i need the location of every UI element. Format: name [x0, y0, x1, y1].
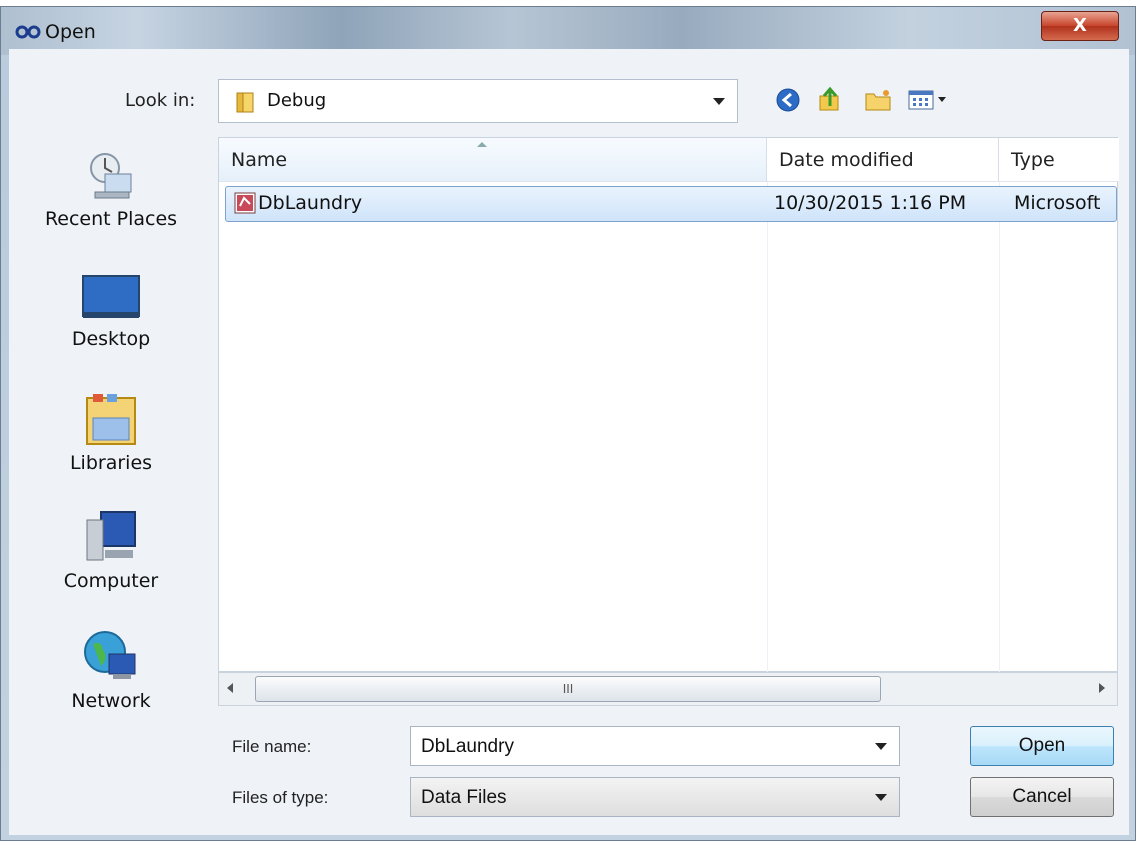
look-in-label: Look in: — [125, 90, 196, 111]
libraries-icon — [86, 394, 136, 445]
file-list[interactable]: Name Date modified Type DbLaundry 10/30/… — [218, 137, 1119, 672]
close-button[interactable]: X — [1041, 11, 1119, 41]
computer-icon — [86, 511, 136, 561]
sort-ascending-icon — [477, 142, 487, 147]
place-desktop[interactable]: Desktop — [8, 272, 214, 350]
chevron-down-icon[interactable] — [713, 98, 725, 105]
file-name-label: File name: — [232, 737, 312, 756]
desktop-icon — [82, 275, 140, 318]
folder-icon — [236, 92, 254, 113]
file-name-field[interactable]: DbLaundry — [410, 726, 900, 766]
place-computer[interactable]: Computer — [8, 508, 214, 592]
file-type-cell: Microsoft — [1014, 192, 1101, 214]
column-header-type[interactable]: Type — [999, 138, 1119, 182]
place-label: Desktop — [71, 328, 151, 350]
view-menu-icon[interactable] — [906, 84, 956, 116]
recent-places-icon — [90, 153, 132, 199]
place-libraries[interactable]: Libraries — [8, 390, 214, 474]
place-recent-places[interactable]: Recent Places — [8, 148, 214, 230]
look-in-value: Debug — [267, 90, 327, 111]
back-icon[interactable] — [772, 84, 804, 116]
network-icon — [84, 631, 136, 679]
file-name-value: DbLaundry — [421, 736, 514, 757]
scroll-left-icon[interactable] — [227, 683, 233, 693]
scrollbar-grip: III — [562, 682, 574, 696]
chevron-down-icon[interactable] — [875, 794, 887, 801]
chevron-down-icon[interactable] — [875, 743, 887, 750]
file-type-select[interactable]: Data Files — [410, 777, 900, 817]
open-button[interactable]: Open — [970, 726, 1114, 766]
column-header-date-modified[interactable]: Date modified — [767, 138, 999, 182]
column-header-label: Type — [1011, 149, 1055, 171]
look-in-combo[interactable]: Debug — [218, 79, 738, 123]
up-folder-icon[interactable] — [814, 84, 846, 116]
place-label: Libraries — [69, 452, 153, 474]
file-type-value: Data Files — [421, 787, 507, 808]
column-header-name[interactable]: Name — [219, 138, 767, 182]
column-divider — [767, 182, 768, 672]
file-name-cell: DbLaundry — [258, 192, 363, 214]
column-header-label: Date modified — [779, 149, 914, 171]
file-date-cell: 10/30/2015 1:16 PM — [774, 192, 967, 214]
window-title: Open — [45, 21, 96, 43]
file-type-label: Files of type: — [232, 788, 329, 807]
place-label: Computer — [63, 570, 159, 592]
cancel-button[interactable]: Cancel — [970, 777, 1114, 817]
place-network[interactable]: Network — [8, 628, 214, 712]
title-bar[interactable]: Open X — [1, 7, 1135, 55]
scroll-right-icon[interactable] — [1099, 683, 1105, 693]
horizontal-scrollbar[interactable]: III — [218, 672, 1118, 706]
places-bar: Recent Places Desktop Libraries Computer — [8, 128, 214, 718]
place-label: Network — [71, 690, 151, 712]
scrollbar-thumb[interactable]: III — [255, 676, 881, 702]
database-file-icon — [234, 192, 256, 214]
column-divider — [999, 182, 1000, 672]
app-icon — [15, 25, 41, 39]
place-label: Recent Places — [44, 208, 178, 230]
column-header-label: Name — [231, 149, 288, 171]
file-row[interactable]: DbLaundry 10/30/2015 1:16 PM Microsoft — [225, 186, 1117, 222]
new-folder-icon[interactable] — [862, 84, 894, 116]
